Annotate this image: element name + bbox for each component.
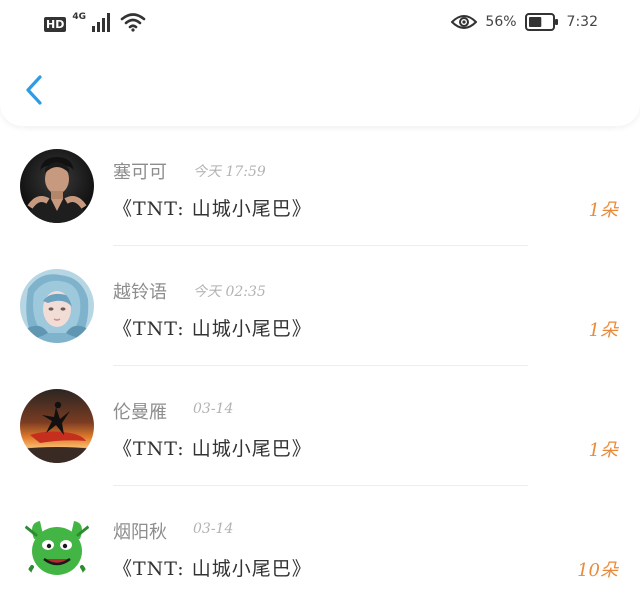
- battery-percent: 56%: [485, 14, 517, 30]
- avatar-sunset-dancer-image: [20, 389, 94, 463]
- sender-name: 塞可可: [113, 162, 167, 183]
- list-item[interactable]: 塞可可 今天 17:59 《TNT: 山城小尾巴》 1朵: [0, 126, 640, 246]
- gift-count: 1朵: [588, 320, 618, 341]
- book-title[interactable]: 《TNT: 山城小尾巴》: [113, 554, 312, 581]
- avatar[interactable]: [20, 269, 94, 343]
- sender-name: 伦曼雁: [113, 402, 167, 423]
- list-item[interactable]: 越铃语 今天 02:35 《TNT: 山城小尾巴》 1朵: [0, 246, 640, 366]
- clock: 7:32: [566, 14, 598, 30]
- list-item[interactable]: 伦曼雁 03-14 《TNT: 山城小尾巴》 1朵: [0, 366, 640, 486]
- gift-list: 塞可可 今天 17:59 《TNT: 山城小尾巴》 1朵 越铃语 今天 02:3…: [0, 126, 640, 602]
- status-right: 56% 7:32: [451, 11, 598, 33]
- status-left: HD 4G: [44, 10, 146, 32]
- gift-count: 1朵: [588, 200, 618, 221]
- list-item[interactable]: 烟阳秋 03-14 《TNT: 山城小尾巴》 10朵: [0, 486, 640, 602]
- status-bar: HD 4G 56% 7:32: [0, 0, 640, 44]
- hd-badge: HD: [44, 17, 67, 32]
- wifi-icon: [120, 13, 146, 32]
- header-card: HD 4G 56% 7:32: [0, 0, 640, 126]
- network-type: 4G: [72, 12, 86, 22]
- avatar[interactable]: [20, 509, 94, 583]
- avatar-green-cartoon-image: [20, 509, 94, 583]
- sent-time: 03-14: [193, 521, 234, 537]
- chevron-left-icon: [26, 75, 42, 105]
- book-title[interactable]: 《TNT: 山城小尾巴》: [113, 314, 312, 341]
- gift-count: 10朵: [577, 560, 618, 581]
- eye-icon: [451, 15, 478, 29]
- gift-count: 1朵: [588, 440, 618, 461]
- sent-time: 今天 17:59: [193, 164, 266, 180]
- avatar-blue-illustration-image: [20, 269, 94, 343]
- signal-icon: [92, 13, 110, 32]
- book-title[interactable]: 《TNT: 山城小尾巴》: [113, 194, 312, 221]
- sender-name: 越铃语: [113, 282, 167, 303]
- sent-time: 03-14: [193, 401, 234, 417]
- book-title[interactable]: 《TNT: 山城小尾巴》: [113, 434, 312, 461]
- avatar[interactable]: [20, 389, 94, 463]
- avatar[interactable]: [20, 149, 94, 223]
- sender-name: 烟阳秋: [113, 522, 167, 543]
- back-button[interactable]: [18, 72, 50, 108]
- avatar-man-dark-image: [20, 149, 94, 223]
- screen: HD 4G 56% 7:32 塞可可 今天 17:59 《TNT: 山城小尾巴》…: [0, 0, 640, 602]
- battery-icon: [524, 13, 558, 31]
- sent-time: 今天 02:35: [193, 284, 266, 300]
